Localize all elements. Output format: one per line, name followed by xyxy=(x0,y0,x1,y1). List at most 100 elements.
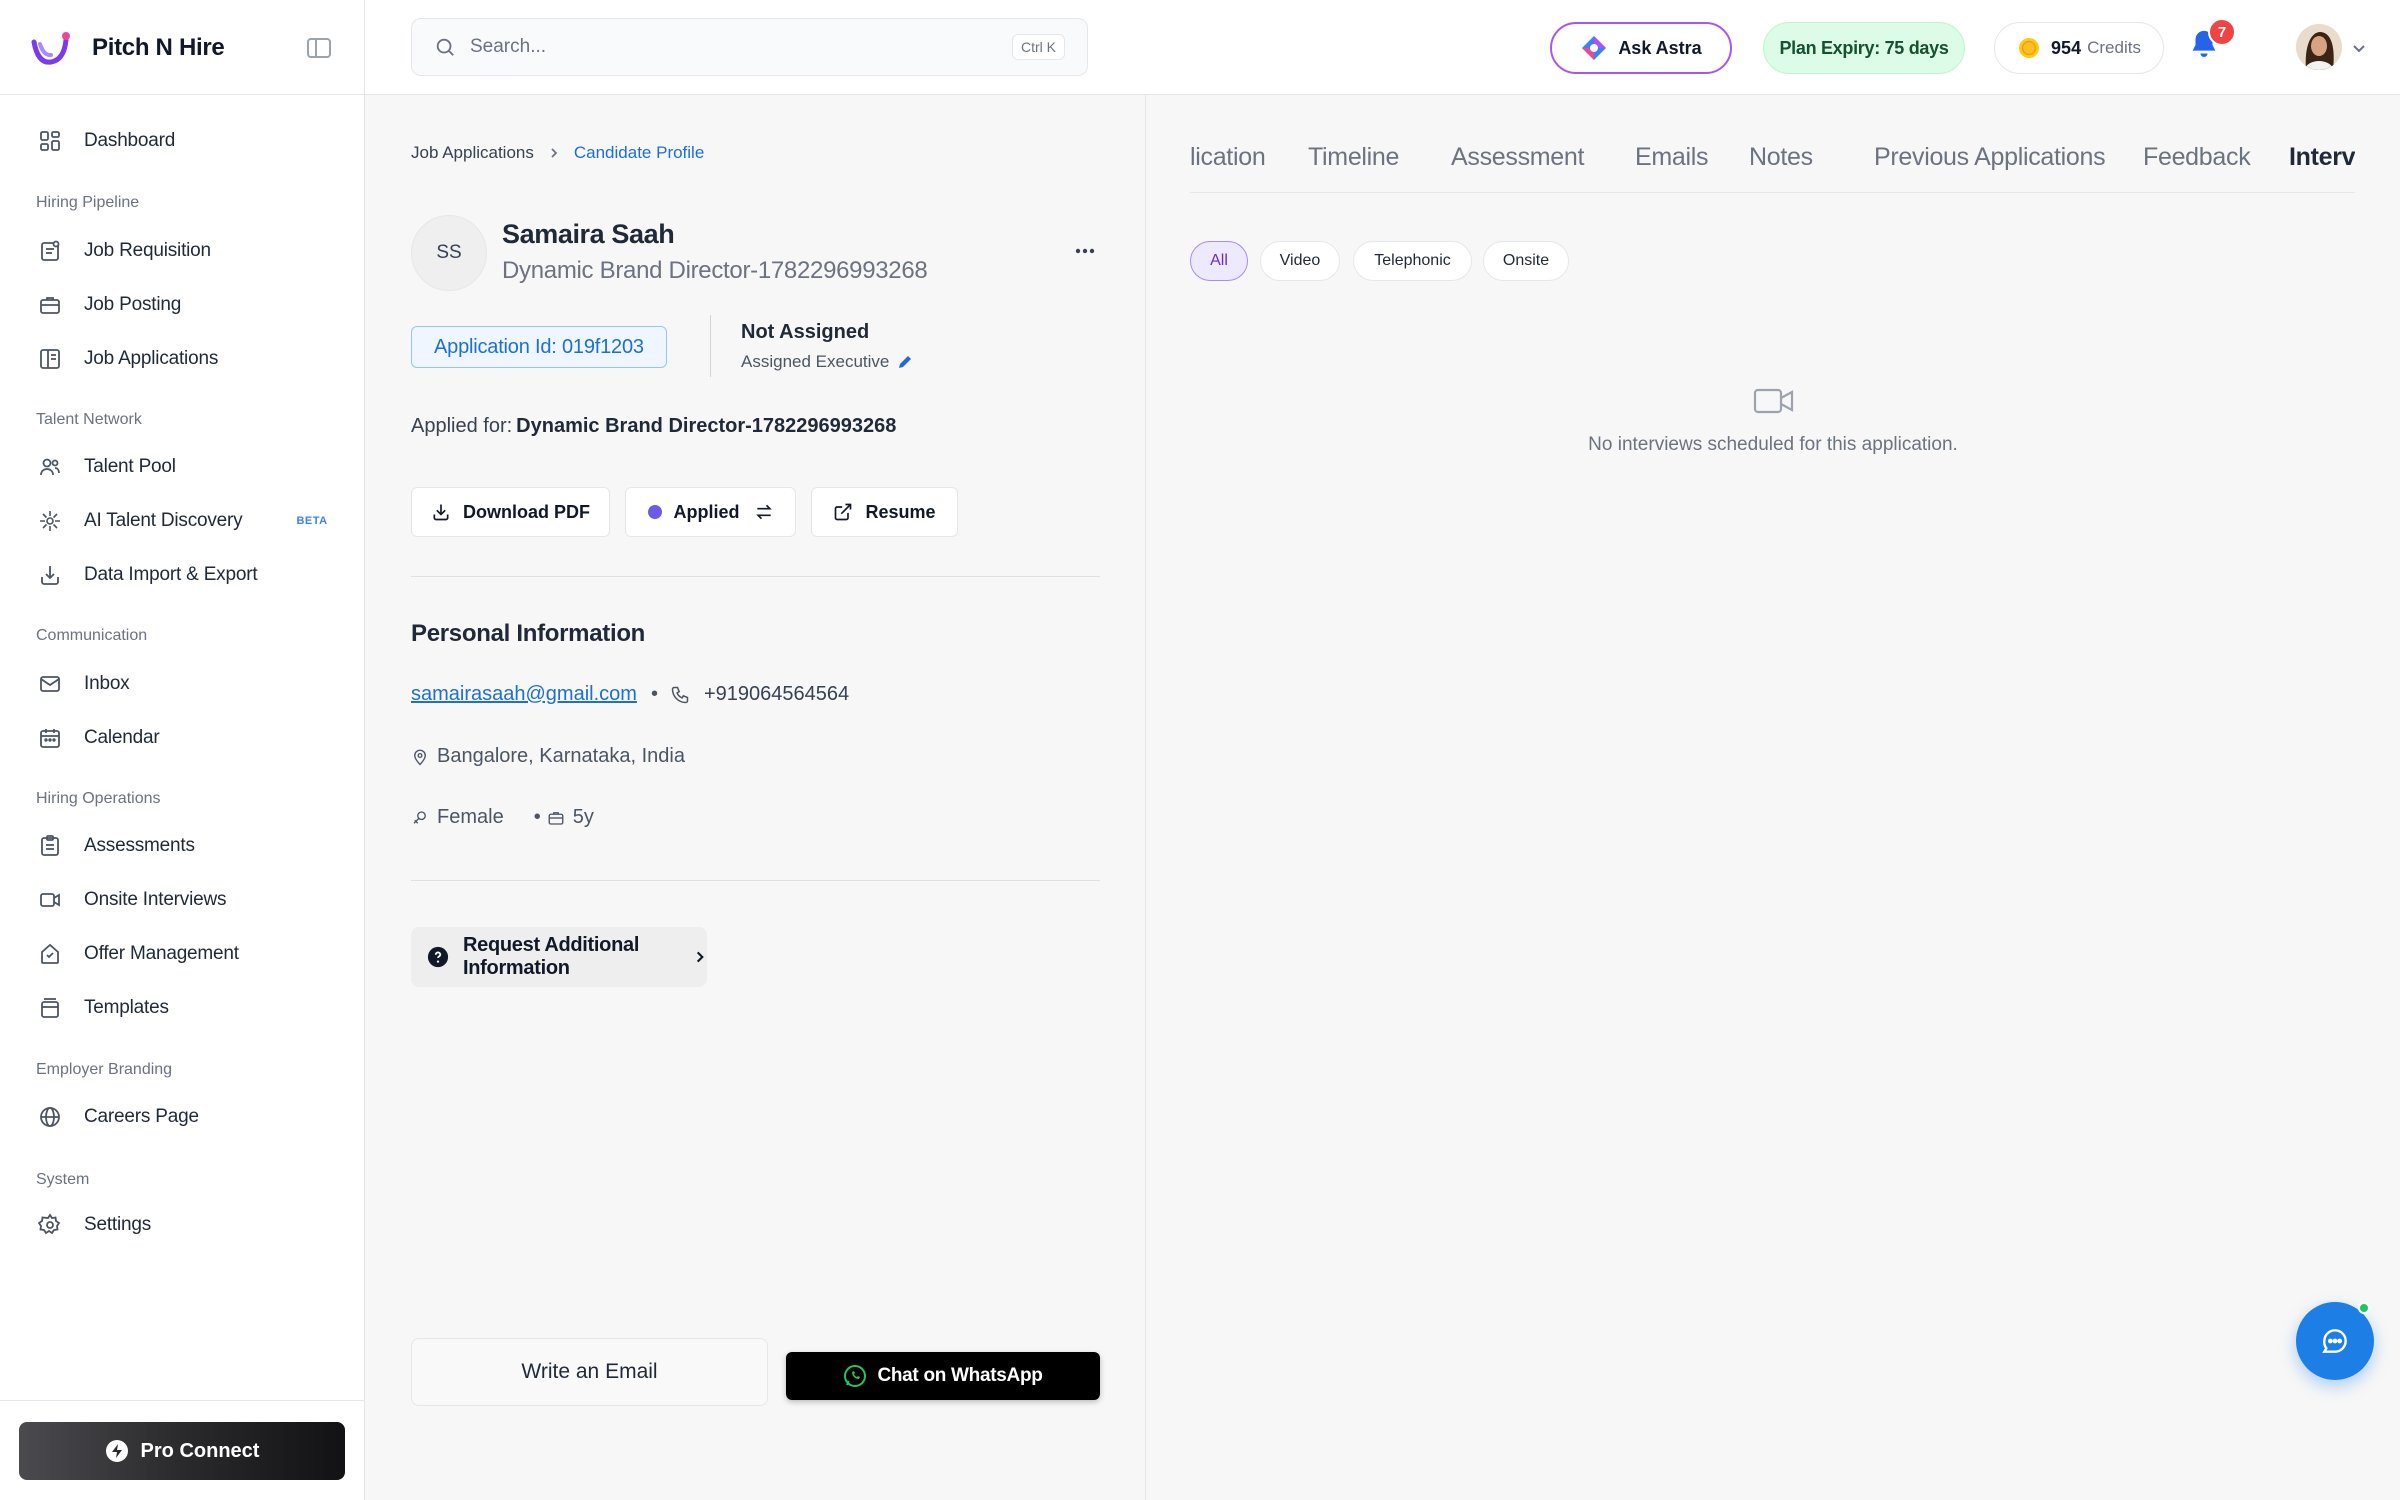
gender-experience-row: Female • 5y xyxy=(411,806,594,829)
candidate-profile-panel: Job Applications Candidate Profile SS Sa… xyxy=(365,95,1146,1500)
status-dot-icon xyxy=(647,505,662,519)
gender-text: Female xyxy=(437,806,504,828)
brand[interactable]: Pitch N Hire xyxy=(30,28,225,68)
briefcase-icon xyxy=(547,809,565,827)
chevron-right-icon xyxy=(548,147,560,159)
gender-icon xyxy=(411,808,429,828)
tab-notes[interactable]: Notes xyxy=(1749,143,1813,172)
tab-feedback[interactable]: Feedback xyxy=(2143,143,2251,172)
section-divider xyxy=(411,576,1100,577)
chat-bubble-icon xyxy=(2319,1325,2351,1357)
question-circle-icon xyxy=(427,946,449,968)
briefcase-icon xyxy=(36,291,64,319)
tab-assessment[interactable]: Assessment xyxy=(1451,143,1584,172)
email-link[interactable]: samairasaah@gmail.com xyxy=(411,683,637,706)
sidebar-item-dashboard[interactable]: Dashboard xyxy=(36,121,175,161)
lightning-icon xyxy=(105,1439,129,1463)
experience: • 5y xyxy=(534,806,594,829)
separator-dot: • xyxy=(533,806,541,828)
tab-emails[interactable]: Emails xyxy=(1635,143,1709,172)
pro-connect-label: Pro Connect xyxy=(140,1439,260,1462)
empty-state-message: No interviews scheduled for this applica… xyxy=(1588,434,1958,455)
breadcrumb-parent-link[interactable]: Job Applications xyxy=(411,143,534,163)
filter-chip-all[interactable]: All xyxy=(1190,241,1248,281)
globe-icon xyxy=(36,1103,64,1131)
resume-button[interactable]: Resume xyxy=(811,487,958,537)
whatsapp-label: Chat on WhatsApp xyxy=(877,1365,1043,1386)
sidebar-item-job-requisition[interactable]: Job Requisition xyxy=(36,231,211,271)
sidebar-item-label: Careers Page xyxy=(84,1106,199,1127)
sidebar-collapse-button[interactable] xyxy=(306,36,332,60)
filter-chip-onsite[interactable]: Onsite xyxy=(1483,241,1569,281)
filter-chip-video[interactable]: Video xyxy=(1260,241,1340,281)
assessment-icon xyxy=(36,832,64,860)
sidebar-divider xyxy=(0,94,365,95)
sidebar-item-job-applications[interactable]: Job Applications xyxy=(36,339,218,379)
pro-connect-button[interactable]: Pro Connect xyxy=(19,1422,345,1480)
dashboard-grid-icon xyxy=(36,127,64,155)
nav-section-communication: Communication xyxy=(36,627,148,644)
filter-chip-telephonic[interactable]: Telephonic xyxy=(1353,241,1472,281)
sidebar-item-label: Job Posting xyxy=(84,294,182,315)
brand-name: Pitch N Hire xyxy=(92,34,225,61)
status-applied-button[interactable]: Applied xyxy=(625,487,796,537)
download-icon xyxy=(431,502,451,522)
sidebar-item-label: Templates xyxy=(84,997,169,1018)
write-email-button[interactable]: Write an Email xyxy=(411,1338,768,1406)
beta-badge: BETA xyxy=(296,515,328,527)
edit-pencil-icon[interactable] xyxy=(897,354,913,370)
chat-on-whatsapp-button[interactable]: Chat on WhatsApp xyxy=(786,1352,1100,1400)
section-divider xyxy=(411,880,1100,881)
breadcrumb-current: Candidate Profile xyxy=(573,143,705,162)
sidebar-item-careers-page[interactable]: Careers Page xyxy=(36,1097,199,1137)
sidebar-item-ai-talent-discovery[interactable]: AI Talent Discovery BETA xyxy=(36,501,328,541)
more-options-icon[interactable] xyxy=(1070,241,1100,261)
sidebar-item-assessments[interactable]: Assessments xyxy=(36,826,195,866)
search-bar[interactable]: Ctrl K xyxy=(411,18,1088,76)
applications-icon xyxy=(36,345,64,373)
sidebar-item-offer-management[interactable]: Offer Management xyxy=(36,934,239,974)
tab-interviews[interactable]: Interviews xyxy=(2289,143,2355,172)
chevron-right-icon xyxy=(693,950,707,964)
sidebar-item-job-posting[interactable]: Job Posting xyxy=(36,285,181,325)
tab-previous-applications[interactable]: Previous Applications xyxy=(1874,143,2106,172)
sidebar-item-calendar[interactable]: Calendar xyxy=(36,718,160,758)
map-pin-icon xyxy=(411,747,429,767)
mail-icon xyxy=(36,670,64,698)
plan-expiry-badge: Plan Expiry: 75 days xyxy=(1763,22,1965,74)
request-additional-info-button[interactable]: Request Additional Information xyxy=(411,927,707,987)
user-avatar[interactable] xyxy=(2296,24,2342,70)
sidebar-item-label: Job Applications xyxy=(84,348,219,369)
status-label: Applied xyxy=(673,501,740,522)
sidebar-item-data-import-export[interactable]: Data Import & Export xyxy=(36,555,258,595)
search-icon xyxy=(434,36,456,58)
personal-information-title: Personal Information xyxy=(411,620,646,647)
application-id-badge: Application Id: 019f1203 xyxy=(411,326,667,368)
video-icon xyxy=(36,886,64,914)
tab-bar: lication Timeline Assessment Emails Note… xyxy=(1190,143,2355,193)
sidebar-item-label: AI Talent Discovery xyxy=(84,510,243,531)
vertical-divider xyxy=(710,315,711,377)
sidebar-item-settings[interactable]: Settings xyxy=(36,1205,151,1245)
sidebar-item-talent-pool[interactable]: Talent Pool xyxy=(36,447,176,487)
download-pdf-label: Download PDF xyxy=(463,501,590,522)
location-row: Bangalore, Karnataka, India xyxy=(411,745,685,768)
swap-arrows-icon xyxy=(754,502,774,522)
sidebar-item-label: Dashboard xyxy=(84,130,176,151)
chevron-down-icon[interactable] xyxy=(2351,40,2367,56)
ask-astra-button[interactable]: Ask Astra xyxy=(1550,22,1732,74)
search-input[interactable] xyxy=(470,36,970,58)
online-status-dot xyxy=(2358,1302,2370,1314)
nav-section-employer-branding: Employer Branding xyxy=(36,1061,173,1078)
credits-badge[interactable]: 954 Credits xyxy=(1994,22,2164,74)
sidebar-item-onsite-interviews[interactable]: Onsite Interviews xyxy=(36,880,227,920)
tab-timeline[interactable]: Timeline xyxy=(1308,143,1399,172)
application-tabs-panel: lication Timeline Assessment Emails Note… xyxy=(1146,95,2400,1500)
nav-section-talent-network: Talent Network xyxy=(36,411,142,428)
tab-application[interactable]: lication xyxy=(1190,143,1266,172)
sidebar-item-templates[interactable]: Templates xyxy=(36,988,169,1028)
sidebar-item-inbox[interactable]: Inbox xyxy=(36,664,130,704)
download-pdf-button[interactable]: Download PDF xyxy=(411,487,610,537)
sidebar-item-label: Assessments xyxy=(84,835,195,856)
clipboard-icon xyxy=(36,237,64,265)
